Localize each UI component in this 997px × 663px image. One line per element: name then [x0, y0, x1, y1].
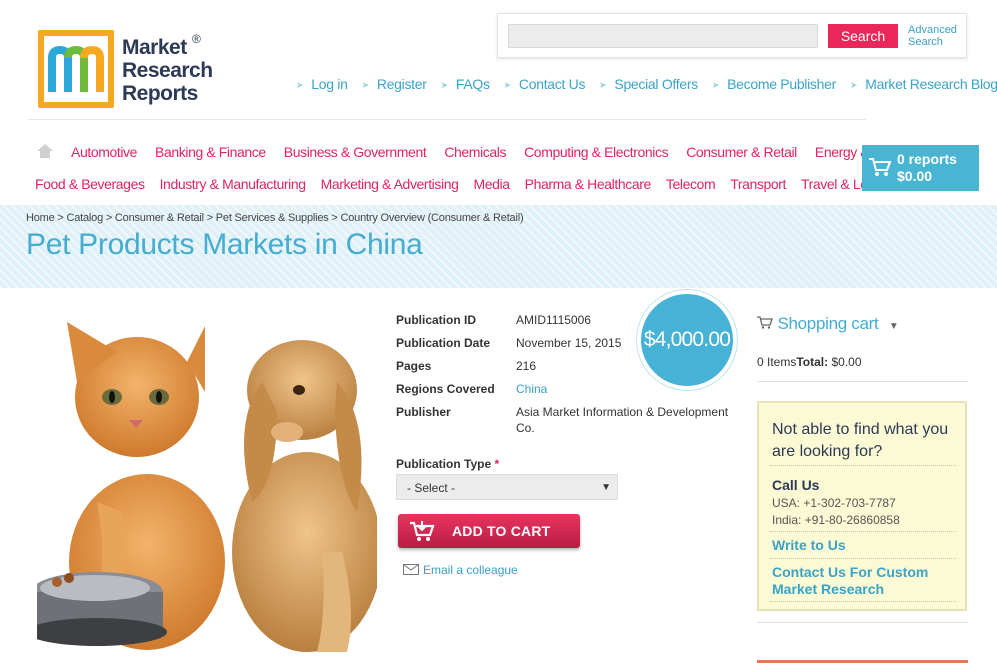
search-button[interactable]: Search	[828, 24, 898, 48]
phone-usa: USA: +1-302-703-7787	[772, 496, 896, 510]
publisher-value: Asia Market Information & Development Co…	[516, 405, 729, 435]
chevron-right-icon: ➤	[711, 80, 720, 90]
logo-mark	[38, 30, 114, 108]
search-panel: Search Advanced Search	[497, 13, 967, 58]
cart-icon	[757, 316, 773, 329]
logo-text: Market Research Reports	[122, 36, 213, 105]
add-to-cart-button[interactable]: ADD TO CART	[398, 514, 580, 548]
category-nav-row-2: Food & Beverages Industry & Manufacturin…	[35, 176, 911, 192]
category-nav-row-1: Automotive Banking & Finance Business & …	[71, 144, 932, 160]
registered-mark: ®	[192, 32, 201, 46]
shopping-cart-heading[interactable]: Shopping cart ▼	[757, 314, 899, 334]
header-cart-button[interactable]: 0 reports $0.00	[862, 145, 979, 191]
shopping-cart-summary: 0 ItemsTotal: $0.00	[757, 355, 862, 369]
chevron-right-icon: ➤	[849, 80, 858, 90]
search-input[interactable]	[508, 24, 818, 48]
publication-type-label: Publication Type *	[396, 457, 500, 471]
pub-date-label: Publication Date	[396, 336, 491, 350]
home-icon[interactable]	[36, 143, 54, 159]
cart-total: $0.00	[897, 168, 933, 184]
category-computing-electronics[interactable]: Computing & Electronics	[524, 144, 668, 160]
register-link[interactable]: ➤ Register	[362, 76, 427, 92]
chevron-right-icon: ➤	[296, 80, 304, 90]
basket-icon	[410, 521, 435, 541]
category-banking-finance[interactable]: Banking & Finance	[155, 144, 266, 160]
category-transport[interactable]: Transport	[730, 176, 786, 192]
pages-label: Pages	[396, 359, 432, 373]
chevron-right-icon: ➤	[503, 80, 512, 90]
divider	[28, 119, 866, 120]
phone-india: India: +91-80-26860858	[772, 513, 900, 527]
contact-us-link[interactable]: ➤ Contact Us	[504, 76, 586, 92]
envelope-icon	[403, 564, 419, 575]
help-box: Not able to find what you are looking fo…	[757, 401, 967, 611]
category-marketing-advertising[interactable]: Marketing & Advertising	[321, 176, 459, 192]
call-us-heading: Call Us	[772, 477, 820, 493]
divider	[757, 381, 968, 382]
help-heading: Not able to find what you are looking fo…	[772, 421, 949, 460]
category-telecom[interactable]: Telecom	[666, 176, 716, 192]
product-image	[37, 312, 377, 652]
custom-research-link[interactable]: Contact Us For Custom Market Research	[772, 564, 958, 598]
top-links: ➤ Log in ➤ Register ➤ FAQs ➤ Contact Us ➤ Spe…	[296, 76, 997, 92]
chevron-right-icon: ➤	[599, 80, 607, 90]
chevron-right-icon: ➤	[440, 80, 449, 90]
cart-count: 0 reports	[897, 151, 957, 167]
advanced-search-link[interactable]: Advanced Search	[908, 24, 957, 48]
write-to-us-link[interactable]: Write to Us	[772, 537, 846, 554]
caret-down-icon: ▼	[601, 482, 611, 493]
site-logo[interactable]: Market Research Reports ®	[38, 30, 218, 110]
regions-label: Regions Covered	[396, 382, 495, 396]
category-chemicals[interactable]: Chemicals	[444, 144, 506, 160]
special-offers-link[interactable]: ➤ Special Offers	[599, 76, 698, 92]
chevron-right-icon: ➤	[361, 80, 370, 90]
category-industry-manufacturing[interactable]: Industry & Manufacturing	[160, 176, 306, 192]
faqs-link[interactable]: ➤ FAQs	[441, 76, 490, 92]
cart-icon	[869, 158, 892, 176]
category-pharma-healthcare[interactable]: Pharma & Healthcare	[525, 176, 652, 192]
breadcrumb[interactable]: Home > Catalog > Consumer & Retail > Pet…	[26, 212, 524, 224]
category-media[interactable]: Media	[473, 176, 510, 192]
page-title: Pet Products Markets in China	[26, 228, 423, 261]
category-consumer-retail[interactable]: Consumer & Retail	[686, 144, 797, 160]
login-link[interactable]: ➤ Log in	[296, 76, 348, 92]
price-badge: $4,000.00	[637, 290, 737, 390]
blog-link[interactable]: ➤ Market Research Blog	[850, 76, 997, 92]
category-automotive[interactable]: Automotive	[71, 144, 137, 160]
category-food-beverages[interactable]: Food & Beverages	[35, 176, 145, 192]
chevron-down-icon: ▼	[888, 321, 899, 332]
email-colleague-link[interactable]: Email a colleague	[403, 563, 518, 577]
required-marker: *	[494, 457, 500, 471]
divider	[757, 622, 968, 623]
pub-id-label: Publication ID	[396, 313, 477, 327]
category-business-government[interactable]: Business & Government	[284, 144, 427, 160]
publisher-label: Publisher	[396, 405, 451, 419]
become-publisher-link[interactable]: ➤ Become Publisher	[712, 76, 836, 92]
publication-type-select[interactable]: - Select - ▼	[396, 474, 618, 500]
